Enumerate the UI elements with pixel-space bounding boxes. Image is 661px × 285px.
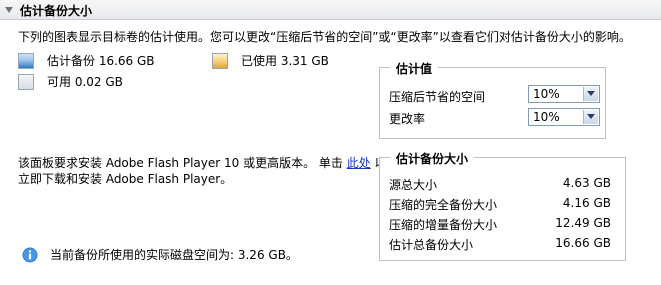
- estimates-panel-title: 估计值: [390, 60, 439, 77]
- compression-dropdown-button[interactable]: [583, 87, 598, 101]
- info-icon: [22, 247, 38, 262]
- estimates-panel: 估计值 压缩后节省的空间 10% 更改率 10%: [379, 60, 606, 139]
- size-row-value: 12.49 GB: [555, 216, 611, 230]
- change-rate-select-value: 10%: [533, 110, 560, 124]
- legend-estimated-label: 估计备份 16.66 GB: [47, 54, 155, 68]
- size-row-label: 压缩的增量备份大小: [389, 218, 498, 232]
- size-row-value: 4.63 GB: [562, 176, 611, 190]
- used-swatch: [212, 52, 228, 69]
- flash-download-link[interactable]: 此处: [347, 156, 371, 170]
- legend-free: 可用 0.02 GB: [18, 73, 123, 90]
- size-row-value: 16.66 GB: [555, 236, 611, 250]
- backup-size-panel: 估计备份大小 源总大小 4.63 GB 压缩的完全备份大小 4.16 GB 压缩…: [379, 150, 626, 261]
- compression-label: 压缩后节省的空间: [389, 90, 486, 104]
- compression-select[interactable]: 10%: [528, 85, 600, 103]
- legend-free-label: 可用 0.02 GB: [47, 75, 123, 89]
- section-header[interactable]: 估计备份大小: [0, 0, 661, 20]
- collapse-triangle-icon[interactable]: [4, 5, 14, 15]
- info-row: 当前备份所使用的实际磁盘空间为: 3.26 GB。: [22, 246, 298, 263]
- size-row-label: 估计总备份大小: [389, 238, 474, 252]
- change-rate-select[interactable]: 10%: [528, 108, 600, 126]
- chevron-down-icon: [587, 91, 595, 96]
- change-rate-label: 更改率: [389, 112, 426, 126]
- flash-notice-text: 该面板要求安装 Adobe Flash Player 10 或更高版本。 单击: [18, 156, 347, 170]
- flash-notice: 该面板要求安装 Adobe Flash Player 10 或更高版本。 单击 …: [18, 155, 387, 187]
- free-swatch: [18, 73, 34, 90]
- legend-used: 已使用 3.31 GB: [212, 52, 329, 69]
- section-title: 估计备份大小: [20, 4, 93, 18]
- size-row-label: 源总大小: [389, 178, 438, 192]
- compression-select-value: 10%: [533, 87, 560, 101]
- size-row-label: 压缩的完全备份大小: [389, 198, 498, 212]
- flash-notice-line2: 立即下载和安装 Adobe Flash Player。: [18, 172, 233, 186]
- actual-disk-space-text: 当前备份所使用的实际磁盘空间为: 3.26 GB。: [50, 248, 298, 262]
- legend-estimated: 估计备份 16.66 GB: [18, 52, 155, 69]
- backup-size-panel-title: 估计备份大小: [390, 150, 475, 167]
- estimated-swatch: [18, 52, 34, 69]
- chevron-down-icon: [587, 114, 595, 119]
- size-row-value: 4.16 GB: [562, 196, 611, 210]
- description-text: 下列的图表显示目标卷的估计使用。您可以更改“压缩后节省的空间”或“更改率”以查看…: [18, 30, 631, 44]
- change-rate-dropdown-button[interactable]: [583, 110, 598, 124]
- legend-used-label: 已使用 3.31 GB: [241, 54, 329, 68]
